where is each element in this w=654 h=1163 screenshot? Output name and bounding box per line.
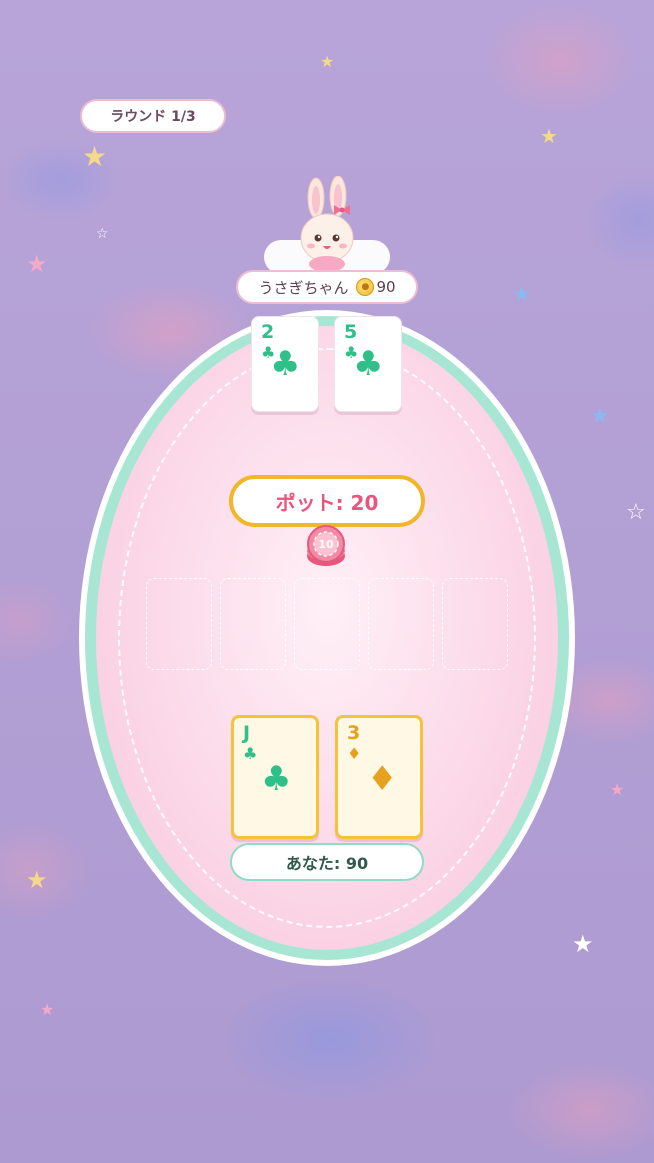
star-decoration: ★ bbox=[82, 140, 108, 173]
star-decoration: ★ bbox=[26, 250, 48, 278]
coin-icon: ● bbox=[356, 278, 375, 296]
player-card[interactable]: J ♣ ♣ bbox=[231, 715, 319, 839]
diamond-icon: ♦ bbox=[367, 759, 398, 799]
pot-label: ポット: 20 bbox=[275, 490, 379, 515]
star-decoration: ★ bbox=[26, 866, 48, 894]
opponent-card: 2 ♣ ♣ bbox=[251, 316, 319, 412]
opponent-coins: 90 bbox=[376, 278, 396, 296]
community-card-slot bbox=[368, 578, 434, 670]
pot-display: ポット: 20 bbox=[229, 475, 425, 527]
diamond-icon: ♦ bbox=[347, 744, 362, 763]
club-icon: ♣ bbox=[353, 344, 384, 384]
star-decoration: ★ bbox=[610, 780, 625, 799]
star-decoration: ☆ bbox=[96, 226, 109, 242]
player-label: あなた: 90 bbox=[285, 854, 369, 873]
chip-value: 10 bbox=[318, 538, 334, 551]
star-decoration: ☆ bbox=[626, 500, 646, 525]
club-icon: ♣ bbox=[270, 344, 301, 384]
player-card[interactable]: 3 ♦ ♦ bbox=[335, 715, 423, 839]
star-decoration: ★ bbox=[320, 52, 335, 71]
star-decoration: ★ bbox=[512, 282, 532, 307]
community-card-slot bbox=[220, 578, 286, 670]
card-rank: J bbox=[243, 722, 251, 744]
round-label: ラウンド 1/3 bbox=[110, 109, 196, 125]
club-icon: ♣ bbox=[261, 759, 292, 799]
bunny-avatar[interactable] bbox=[292, 176, 362, 272]
opponent-name: うさぎちゃん bbox=[258, 278, 349, 297]
community-card-slot bbox=[442, 578, 508, 670]
card-rank: 3 bbox=[347, 722, 361, 744]
card-rank: 2 bbox=[261, 321, 275, 343]
star-decoration: ★ bbox=[540, 124, 558, 148]
opponent-info: うさぎちゃん ● 90 bbox=[236, 270, 418, 304]
round-indicator: ラウンド 1/3 bbox=[80, 99, 226, 133]
card-rank: 5 bbox=[344, 321, 358, 343]
community-card-slot bbox=[294, 578, 360, 670]
star-decoration: ★ bbox=[572, 930, 594, 958]
star-decoration: ★ bbox=[590, 404, 610, 429]
poker-chip-icon: 10 bbox=[307, 525, 345, 566]
club-icon: ♣ bbox=[243, 744, 258, 763]
opponent-card: 5 ♣ ♣ bbox=[334, 316, 402, 412]
star-decoration: ★ bbox=[40, 1000, 55, 1019]
player-info: あなた: 90 bbox=[230, 843, 424, 881]
community-card-slot bbox=[146, 578, 212, 670]
